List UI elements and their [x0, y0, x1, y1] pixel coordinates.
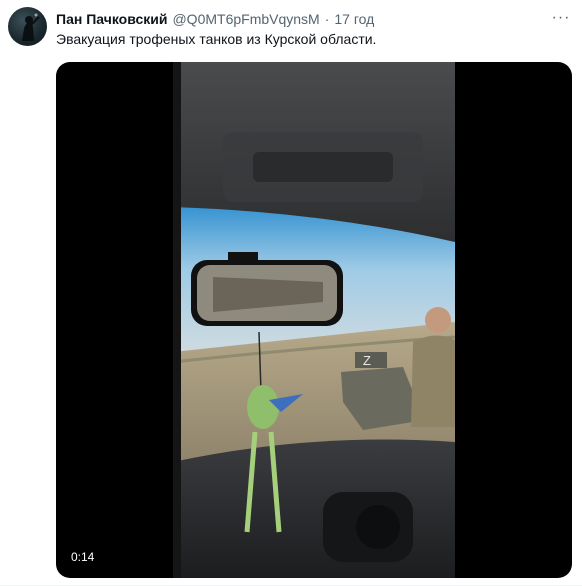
more-options-button[interactable]: ··· — [550, 8, 572, 28]
tweet: Пан Пачковский @Q0MT6pFmbVqynsM · 17 год… — [0, 0, 582, 586]
more-horizontal-icon: ··· — [551, 9, 571, 26]
video-thumbnail: Z — [173, 62, 455, 578]
author-name[interactable]: Пан Пачковский — [56, 11, 167, 27]
video-player[interactable]: Z 0:14 — [56, 62, 572, 578]
tweet-header: Пан Пачковский @Q0MT6pFmbVqynsM · 17 год — [56, 9, 374, 29]
tweet-timestamp[interactable]: 17 год — [334, 11, 374, 27]
separator-dot: · — [324, 11, 330, 27]
author-handle[interactable]: @Q0MT6pFmbVqynsM — [172, 11, 319, 27]
svg-text:Z: Z — [363, 353, 371, 368]
night-soldier-avatar-icon — [22, 13, 40, 41]
video-frame: Z — [173, 62, 455, 578]
video-duration: 0:14 — [71, 550, 95, 564]
author-avatar[interactable] — [8, 7, 47, 46]
tweet-text: Эвакуация трофеных танков из Курской обл… — [56, 31, 377, 47]
